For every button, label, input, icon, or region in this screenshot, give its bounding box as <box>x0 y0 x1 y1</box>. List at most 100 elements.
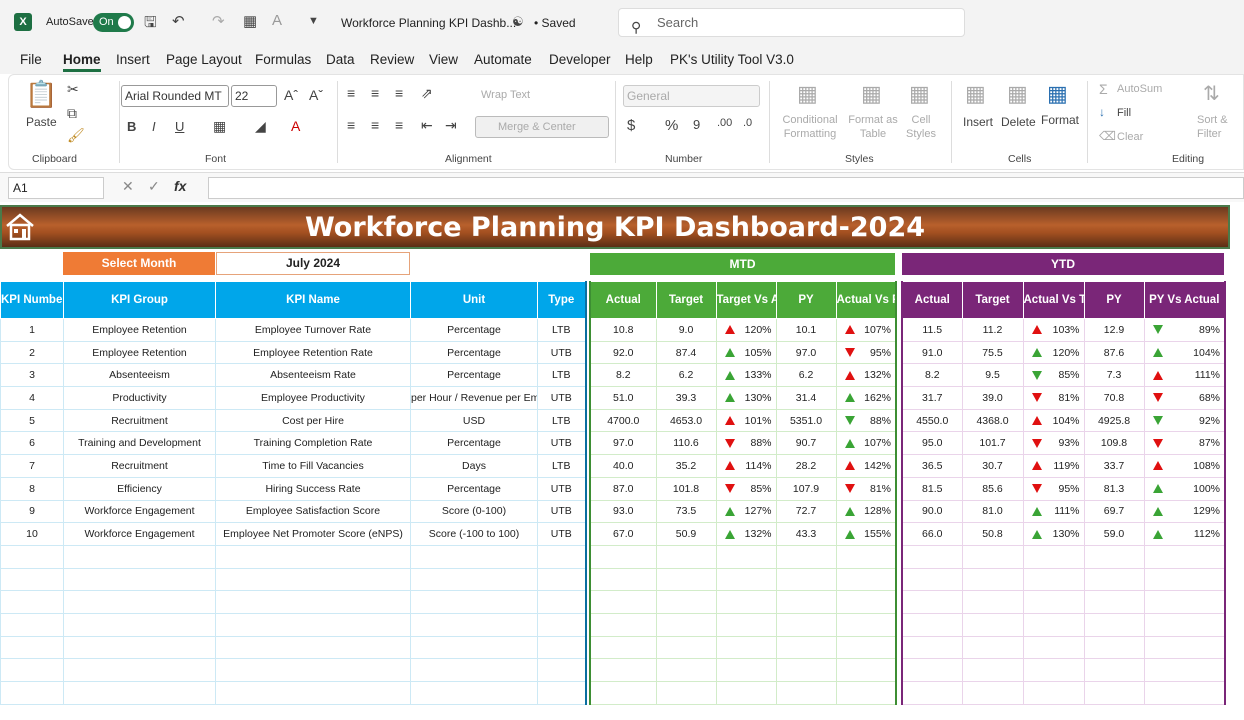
ytd-cell[interactable]: 4550.0 <box>901 408 963 433</box>
kpi-cell[interactable]: Percentage <box>410 476 538 501</box>
mtd-cell[interactable] <box>655 567 717 592</box>
autosave-toggle[interactable]: On <box>93 13 134 32</box>
kpi-cell[interactable]: 2 <box>0 340 64 365</box>
mtd-cell[interactable] <box>655 681 717 705</box>
ytd-cell[interactable] <box>961 567 1024 592</box>
ytd-cell[interactable] <box>1143 590 1226 614</box>
mtd-cell[interactable] <box>715 635 777 660</box>
kpi-cell[interactable] <box>63 612 216 637</box>
tab-developer[interactable]: Developer <box>549 52 611 67</box>
mtd-cell[interactable] <box>775 681 837 705</box>
kpi-cell[interactable] <box>215 590 411 614</box>
paste-button[interactable]: Paste <box>26 115 57 129</box>
kpi-cell[interactable] <box>410 635 538 660</box>
undo-icon[interactable]: ↶ <box>172 12 185 30</box>
mtd-cell[interactable]: 35.2 <box>655 454 717 478</box>
ytd-cell[interactable]: 4925.8 <box>1083 408 1145 433</box>
mtd-cell[interactable]: 31.4 <box>775 386 837 410</box>
ytd-cell[interactable]: 87% <box>1143 431 1226 456</box>
mtd-cell[interactable]: 95% <box>835 340 897 365</box>
ytd-cell[interactable]: 81.5 <box>901 476 963 501</box>
mtd-cell[interactable] <box>835 681 897 705</box>
mtd-cell[interactable]: 88% <box>835 408 897 433</box>
ytd-cell[interactable]: 75.5 <box>961 340 1024 365</box>
mtd-cell[interactable]: 4653.0 <box>655 408 717 433</box>
currency-icon[interactable]: $ <box>627 117 635 134</box>
ytd-cell[interactable] <box>1022 612 1085 637</box>
increase-decimal-icon[interactable]: .00 <box>717 117 732 129</box>
mtd-cell[interactable] <box>655 635 717 660</box>
underline-icon[interactable]: U <box>175 119 184 134</box>
ytd-cell[interactable]: 104% <box>1143 340 1226 365</box>
comma-icon[interactable]: 9 <box>693 117 700 132</box>
decrease-decimal-icon[interactable]: .0 <box>743 117 752 129</box>
conditional-formatting-icon[interactable]: ▦ <box>797 81 818 107</box>
mtd-cell[interactable] <box>835 590 897 614</box>
ytd-cell[interactable]: 39.0 <box>961 386 1024 410</box>
kpi-cell[interactable]: Absenteeism Rate <box>215 363 411 388</box>
kpi-cell[interactable]: Days <box>410 454 538 478</box>
mtd-cell[interactable] <box>715 658 777 682</box>
mtd-cell[interactable] <box>835 658 897 682</box>
kpi-cell[interactable]: 5 <box>0 408 64 433</box>
ytd-cell[interactable]: 85% <box>1022 363 1085 388</box>
tab-home[interactable]: Home <box>63 52 101 72</box>
mtd-cell[interactable]: 39.3 <box>655 386 717 410</box>
mtd-cell[interactable]: 110.6 <box>655 431 717 456</box>
ytd-cell[interactable]: 112% <box>1143 522 1226 546</box>
kpi-cell[interactable] <box>537 612 586 637</box>
mtd-cell[interactable] <box>835 635 897 660</box>
insert-button[interactable]: Insert <box>963 115 993 129</box>
ytd-cell[interactable]: 89% <box>1143 318 1226 342</box>
mtd-cell[interactable]: 155% <box>835 522 897 546</box>
kpi-cell[interactable] <box>0 635 64 660</box>
mtd-cell[interactable]: 43.3 <box>775 522 837 546</box>
kpi-cell[interactable]: Percentage <box>410 363 538 388</box>
mtd-cell[interactable]: 105% <box>715 340 777 365</box>
cut-icon[interactable]: ✂ <box>67 81 79 98</box>
kpi-cell[interactable] <box>537 658 586 682</box>
kpi-cell[interactable]: 10 <box>0 522 64 546</box>
mtd-cell[interactable]: 10.8 <box>589 318 657 342</box>
kpi-cell[interactable]: Employee Retention Rate <box>215 340 411 365</box>
mtd-cell[interactable] <box>835 544 897 569</box>
kpi-cell[interactable]: 1 <box>0 318 64 342</box>
mtd-cell[interactable]: 132% <box>715 522 777 546</box>
ytd-cell[interactable]: 33.7 <box>1083 454 1145 478</box>
ytd-cell[interactable]: 12.9 <box>1083 318 1145 342</box>
ytd-cell[interactable] <box>1083 635 1145 660</box>
mtd-cell[interactable]: 90.7 <box>775 431 837 456</box>
ytd-cell[interactable] <box>1022 635 1085 660</box>
mtd-cell[interactable]: 107% <box>835 318 897 342</box>
ytd-cell[interactable]: 81.3 <box>1083 476 1145 501</box>
mtd-cell[interactable] <box>715 567 777 592</box>
delete-cells-icon[interactable]: ▦ <box>1007 81 1028 107</box>
kpi-cell[interactable]: Workforce Engagement <box>63 499 216 524</box>
mtd-cell[interactable] <box>589 658 657 682</box>
kpi-cell[interactable]: UTB <box>537 340 586 365</box>
mtd-cell[interactable]: 6.2 <box>775 363 837 388</box>
kpi-cell[interactable]: Employee Satisfaction Score <box>215 499 411 524</box>
search-box[interactable]: ⚲ Search <box>618 8 965 37</box>
tab-review[interactable]: Review <box>370 52 414 67</box>
ytd-cell[interactable]: 111% <box>1022 499 1085 524</box>
ytd-cell[interactable] <box>1083 681 1145 705</box>
mtd-cell[interactable]: 101.8 <box>655 476 717 501</box>
kpi-cell[interactable] <box>537 681 586 705</box>
kpi-cell[interactable]: 6 <box>0 431 64 456</box>
number-format-box[interactable]: General <box>623 85 760 107</box>
kpi-cell[interactable] <box>215 635 411 660</box>
cell-styles-icon[interactable]: ▦ <box>909 81 930 107</box>
mtd-cell[interactable]: 162% <box>835 386 897 410</box>
font-color-button-icon[interactable]: A <box>291 118 300 134</box>
kpi-cell[interactable]: 3 <box>0 363 64 388</box>
ytd-cell[interactable]: 93% <box>1022 431 1085 456</box>
mtd-cell[interactable] <box>655 590 717 614</box>
ytd-cell[interactable] <box>901 567 963 592</box>
ytd-cell[interactable]: 59.0 <box>1083 522 1145 546</box>
ytd-cell[interactable]: 9.5 <box>961 363 1024 388</box>
mtd-cell[interactable] <box>775 567 837 592</box>
ytd-cell[interactable] <box>961 590 1024 614</box>
mtd-cell[interactable] <box>775 635 837 660</box>
kpi-cell[interactable] <box>0 612 64 637</box>
